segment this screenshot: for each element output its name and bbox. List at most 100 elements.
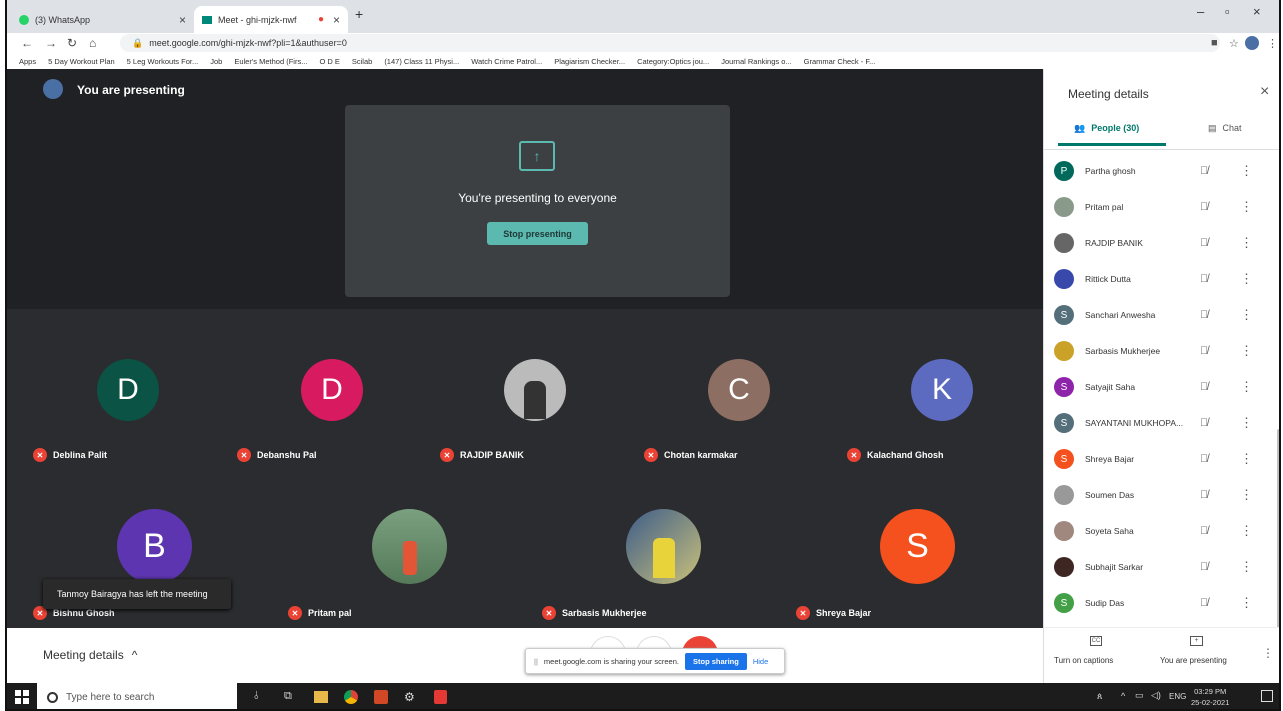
file-explorer-icon[interactable] — [314, 691, 328, 703]
stop-sharing-button[interactable]: Stop sharing — [684, 652, 747, 670]
divider — [1044, 149, 1279, 150]
bookmark-item[interactable]: Euler's Method (Firs... — [234, 57, 307, 66]
you-are-presenting-button[interactable]: You are presenting — [1160, 656, 1227, 665]
tab-whatsapp[interactable]: (3) WhatsApp × — [11, 6, 194, 33]
hide-button[interactable]: Hide — [753, 657, 768, 666]
avatar: P — [1054, 161, 1074, 181]
bookmark-item[interactable]: O D E — [319, 57, 339, 66]
settings-icon[interactable]: ⚙ — [404, 690, 415, 704]
chevron-up-icon[interactable]: ^ — [1121, 691, 1125, 701]
drag-handle-icon[interactable]: || — [534, 657, 538, 666]
task-view-icon[interactable]: ⧉ — [284, 690, 292, 703]
bookmark-item[interactable]: Watch Crime Patrol... — [471, 57, 542, 66]
list-item[interactable]: S SAYANTANI MUKHOPA... 🎙̸ ⋮ — [1054, 405, 1274, 441]
close-icon[interactable]: × — [1260, 83, 1269, 101]
tab-people[interactable]: 👥 People (30) — [1074, 123, 1139, 134]
more-options-icon[interactable]: ⋮ — [1240, 595, 1253, 611]
stop-presenting-button[interactable]: Stop presenting — [487, 222, 588, 245]
volume-icon[interactable]: ◁) — [1151, 690, 1161, 701]
search-input[interactable]: Type here to search — [37, 683, 237, 709]
new-tab-button[interactable]: + — [355, 6, 363, 22]
clock[interactable]: 03:29 PM 25-02-2021 — [1191, 686, 1229, 708]
pdf-reader-icon[interactable] — [434, 690, 447, 704]
windows-start-icon[interactable] — [15, 690, 29, 704]
more-options-icon[interactable]: ⋮ — [1240, 271, 1253, 287]
camera-icon[interactable]: ■ — [1211, 37, 1218, 49]
captions-icon: CC — [1090, 636, 1102, 646]
scrollbar[interactable] — [1277, 429, 1279, 629]
bookmark-item[interactable]: Job — [210, 57, 222, 66]
list-item[interactable]: Pritam pal 🎙̸ ⋮ — [1054, 189, 1274, 225]
bookmark-item[interactable]: (147) Class 11 Physi... — [384, 57, 459, 66]
home-icon[interactable]: ⌂ — [89, 36, 96, 50]
menu-icon[interactable]: ⋮ — [1267, 37, 1278, 50]
bookmark-item[interactable]: 5 Leg Workouts For... — [127, 57, 199, 66]
list-item[interactable]: S Sudip Das 🎙̸ ⋮ — [1054, 585, 1274, 621]
list-item[interactable]: S Satyajit Saha 🎙̸ ⋮ — [1054, 369, 1274, 405]
bookmark-item[interactable]: Grammar Check - F... — [804, 57, 876, 66]
more-options-icon[interactable]: ⋮ — [1240, 343, 1253, 359]
more-options-icon[interactable]: ⋮ — [1240, 415, 1253, 431]
mic-off-icon: ✕ — [796, 606, 810, 620]
mic-off-icon: 🎙̸ — [1200, 381, 1209, 393]
tab-meet[interactable]: Meet - ghi-mjzk-nwf ● × — [194, 6, 348, 33]
notifications-icon[interactable] — [1261, 690, 1273, 702]
list-item[interactable]: Subhajit Sarkar 🎙̸ ⋮ — [1054, 549, 1274, 585]
panel-title: Meeting details — [1068, 87, 1149, 101]
people-icon: 👥 — [1074, 123, 1086, 133]
minimize-button[interactable]: – — [1197, 4, 1204, 19]
more-options-icon[interactable]: ⋮ — [1240, 235, 1253, 251]
more-options-icon[interactable]: ⋮ — [1240, 451, 1253, 467]
bookmark-item[interactable]: Plagiarism Checker... — [554, 57, 625, 66]
reload-icon[interactable]: ↻ — [67, 36, 77, 50]
bookmark-item[interactable]: Journal Rankings o... — [721, 57, 791, 66]
presenting-message: You're presenting to everyone — [458, 191, 617, 205]
recording-dot-icon: ● — [317, 14, 324, 25]
mic-off-icon: 🎙̸ — [1200, 561, 1209, 573]
language-indicator[interactable]: ENG — [1169, 692, 1186, 701]
bookmark-item[interactable]: Category:Optics jou... — [637, 57, 709, 66]
avatar — [372, 509, 447, 584]
bookmark-item[interactable]: 5 Day Workout Plan — [48, 57, 115, 66]
more-options-icon[interactable]: ⋮ — [1240, 487, 1253, 503]
list-item[interactable]: Soyeta Saha 🎙̸ ⋮ — [1054, 513, 1274, 549]
list-item[interactable]: Soumen Das 🎙̸ ⋮ — [1054, 477, 1274, 513]
avatar — [1054, 341, 1074, 361]
bookmark-item[interactable]: Scilab — [352, 57, 372, 66]
presenting-banner: You are presenting — [77, 83, 185, 97]
more-options-icon[interactable]: ⋮ — [1240, 199, 1253, 215]
captions-button[interactable]: Turn on captions — [1054, 656, 1113, 665]
more-options-icon[interactable]: ⋮ — [1240, 559, 1253, 575]
mic-off-icon: ✕ — [644, 448, 658, 462]
powerpoint-icon[interactable] — [374, 690, 388, 704]
chat-icon: ▤ — [1208, 123, 1217, 133]
list-item[interactable]: P Partha ghosh 🎙̸ ⋮ — [1054, 153, 1274, 189]
more-options-icon[interactable]: ⋮ — [1240, 163, 1253, 179]
star-icon[interactable]: ☆ — [1229, 37, 1239, 50]
list-item[interactable]: RAJDIP BANIK 🎙̸ ⋮ — [1054, 225, 1274, 261]
close-icon[interactable]: × — [179, 13, 186, 27]
mic-icon[interactable]: ⫰ — [254, 690, 259, 703]
list-item[interactable]: S Shreya Bajar 🎙̸ ⋮ — [1054, 441, 1274, 477]
chrome-icon[interactable] — [344, 690, 358, 704]
tab-chat[interactable]: ▤ Chat — [1208, 123, 1242, 134]
mic-off-icon: 🎙̸ — [1200, 489, 1209, 501]
back-icon[interactable]: ← — [21, 36, 33, 50]
list-item[interactable]: Rittick Dutta 🎙̸ ⋮ — [1054, 261, 1274, 297]
more-options-icon[interactable]: ⋮ — [1240, 523, 1253, 539]
list-item[interactable]: S Sanchari Anwesha 🎙̸ ⋮ — [1054, 297, 1274, 333]
profile-avatar[interactable] — [1245, 36, 1259, 50]
more-options-icon[interactable]: ⋮ — [1240, 307, 1253, 323]
network-icon[interactable]: ▭ — [1135, 690, 1144, 701]
close-window-button[interactable]: × — [1253, 4, 1261, 19]
more-options-icon[interactable]: ⋮ — [1262, 646, 1274, 660]
more-options-icon[interactable]: ⋮ — [1240, 379, 1253, 395]
bookmark-item[interactable]: Apps — [19, 57, 36, 66]
close-icon[interactable]: × — [333, 13, 340, 27]
maximize-button[interactable]: ▫ — [1225, 4, 1230, 19]
list-item[interactable]: Sarbasis Mukherjee 🎙̸ ⋮ — [1054, 333, 1274, 369]
url-field[interactable]: 🔒 meet.google.com/ghi-mjzk-nwf?pli=1&aut… — [120, 34, 1220, 52]
people-icon[interactable]: ጰ — [1097, 691, 1102, 702]
meeting-details-button[interactable]: Meeting details ^ — [43, 648, 137, 662]
forward-icon[interactable]: → — [45, 36, 57, 50]
